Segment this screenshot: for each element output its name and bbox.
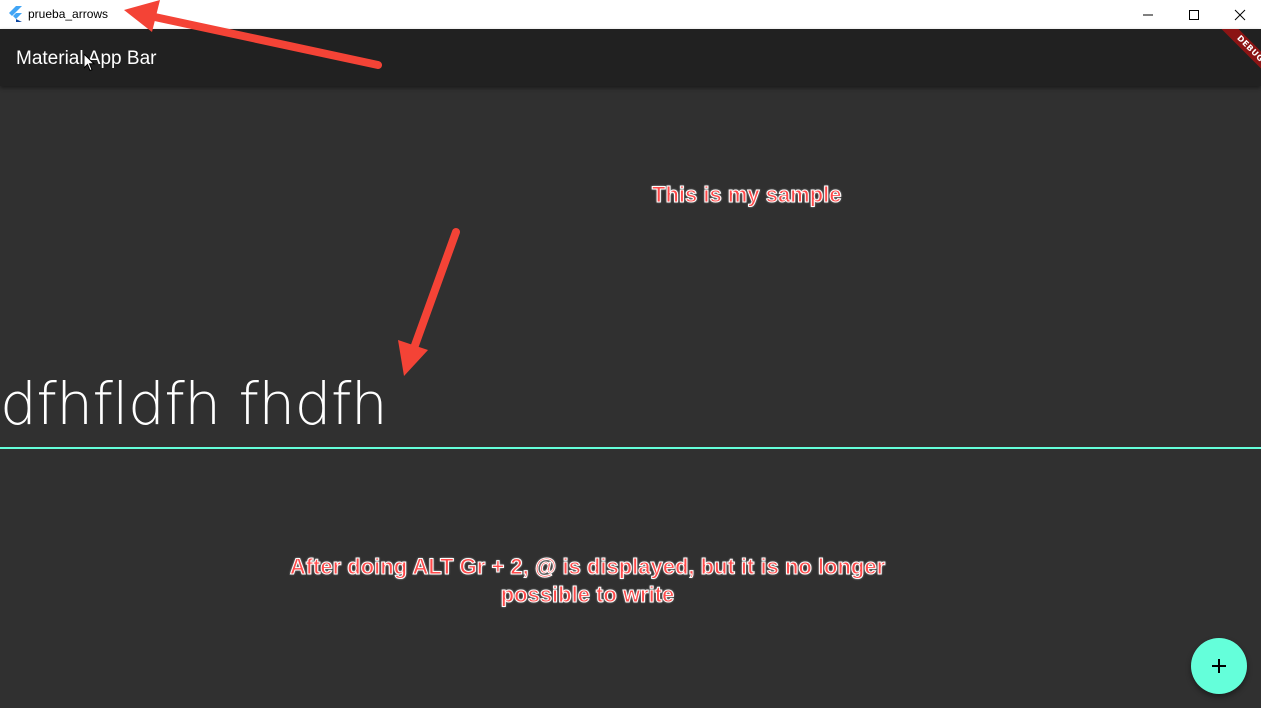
arrow-to-text-icon: [398, 228, 460, 376]
close-button[interactable]: [1217, 0, 1261, 29]
window-title: prueba_arrows: [28, 7, 109, 21]
text-input-value[interactable]: dfhfldfh fhdfh: [0, 368, 388, 440]
app-bar: Material App Bar: [0, 29, 1261, 86]
text-input-field[interactable]: dfhfldfh fhdfh: [0, 360, 1261, 450]
flutter-logo-icon: [9, 6, 22, 22]
mouse-cursor-icon: [84, 54, 96, 72]
debug-banner: DEBUG: [1201, 29, 1261, 89]
annotation-bottom-line1: After doing ALT Gr + 2, @ is displayed, …: [289, 554, 886, 580]
close-icon: [1234, 9, 1246, 20]
maximize-button[interactable]: [1171, 0, 1217, 29]
minimize-icon: [1143, 14, 1153, 15]
annotation-bottom-line2: possible to write: [500, 582, 675, 608]
maximize-icon: [1189, 9, 1199, 20]
add-fab-button[interactable]: [1191, 638, 1247, 694]
annotation-sample: This is my sample: [652, 182, 843, 208]
minimize-button[interactable]: [1125, 0, 1171, 29]
annotation-bottom: After doing ALT Gr + 2, @ is displayed, …: [250, 553, 925, 609]
add-icon: [1212, 659, 1226, 673]
debug-banner-label: DEBUG: [1213, 29, 1261, 86]
window-titlebar[interactable]: prueba_arrows: [0, 0, 1261, 29]
text-input-underline: [0, 447, 1261, 449]
